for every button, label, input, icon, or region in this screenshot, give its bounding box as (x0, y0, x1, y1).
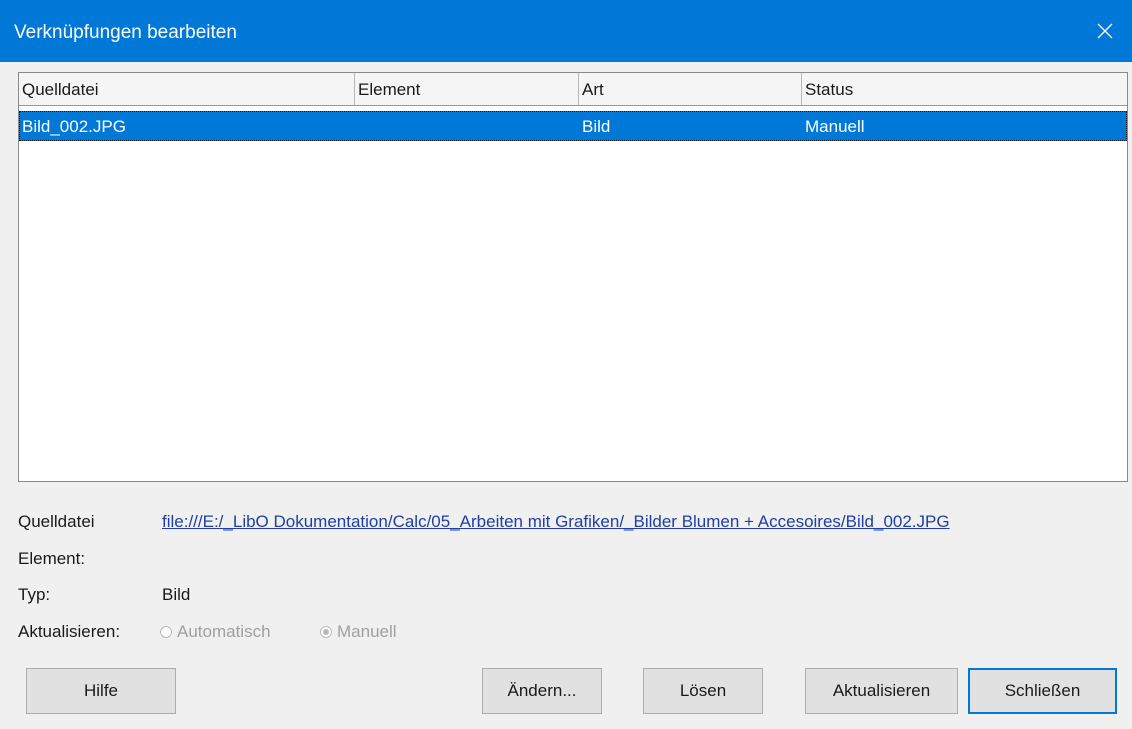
radio-automatic[interactable]: Automatisch (160, 622, 271, 642)
modify-button[interactable]: Ändern... (482, 668, 602, 714)
column-header-status[interactable]: Status (802, 73, 1127, 105)
update-button[interactable]: Aktualisieren (805, 668, 958, 714)
column-header-type[interactable]: Art (579, 73, 802, 105)
row-type: Bild (582, 117, 611, 136)
radio-manual[interactable]: Manuell (320, 622, 397, 642)
close-dialog-button[interactable]: Schließen (968, 668, 1117, 714)
row-element (355, 111, 358, 141)
row-status: Manuell (805, 117, 865, 136)
radio-button-icon (160, 626, 172, 638)
dialog-title: Verknüpfungen bearbeiten (14, 22, 237, 43)
source-link[interactable]: file:///E:/_LibO Dokumentation/Calc/05_A… (162, 512, 950, 532)
radio-manual-label: Manuell (337, 622, 397, 641)
row-source: Bild_002.JPG (22, 117, 126, 136)
element-label: Element: (18, 549, 86, 568)
update-label: Aktualisieren: (18, 622, 121, 641)
radio-automatic-label: Automatisch (177, 622, 271, 641)
close-icon (1097, 23, 1113, 39)
title-bar: Verknüpfungen bearbeiten (0, 0, 1132, 62)
table-row[interactable]: Bild_002.JPG Bild Manuell (19, 111, 1127, 141)
type-value: Bild (162, 585, 191, 604)
type-label: Typ: (18, 585, 51, 604)
source-label: Quelldatei (18, 512, 95, 531)
break-link-button[interactable]: Lösen (643, 668, 763, 714)
update-button-label: Aktualisieren (832, 681, 931, 700)
modify-button-label: Ändern... (507, 681, 577, 700)
close-dialog-button-label: Schließen (1004, 681, 1081, 700)
column-header-source[interactable]: Quelldatei (19, 73, 355, 105)
help-button-label: Hilfe (83, 681, 118, 700)
help-button[interactable]: Hilfe (26, 668, 176, 714)
close-button[interactable] (1078, 0, 1132, 62)
links-list[interactable]: Quelldatei Element Art Status Bild_002.J… (18, 72, 1128, 482)
break-link-button-label: Lösen (679, 681, 727, 700)
column-header-element[interactable]: Element (355, 73, 579, 105)
radio-button-checked-icon (320, 626, 332, 638)
list-header: Quelldatei Element Art Status (19, 73, 1127, 106)
